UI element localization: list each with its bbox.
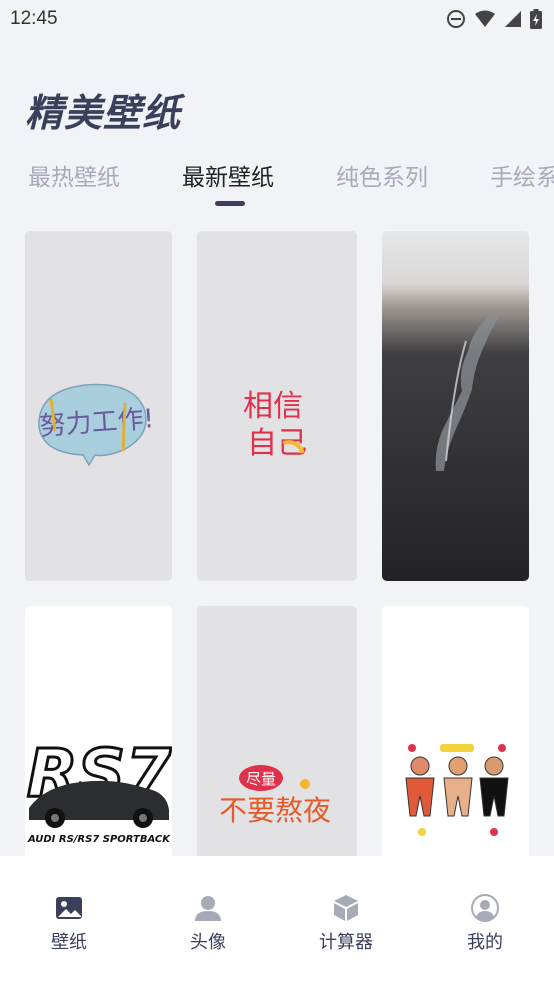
wallpaper-thumbnail: 尽量 不要熬夜	[197, 606, 357, 856]
wallpaper-card[interactable]: 努力工作!	[25, 231, 172, 581]
wallpaper-card[interactable]	[382, 606, 529, 856]
page-title: 精美壁纸	[25, 91, 182, 135]
wallpaper-card[interactable]	[382, 231, 529, 581]
tab-new-wallpapers[interactable]: 最新壁纸	[182, 158, 274, 192]
bottom-nav: 壁纸 头像 计算器 我的	[0, 856, 554, 985]
tab-hand-drawn[interactable]: 手绘系列	[490, 158, 554, 192]
category-tabs: 最热壁纸 最新壁纸 纯色系列 手绘系列	[0, 158, 554, 208]
nav-label: 计算器	[319, 932, 373, 953]
image-icon	[56, 897, 82, 919]
nav-label: 我的	[467, 932, 503, 953]
wallpaper-card[interactable]: 尽量 不要熬夜	[197, 606, 357, 856]
wallpaper-caption: AUDI RS/RS7 SPORTBACK	[27, 834, 171, 845]
nav-label: 壁纸	[51, 932, 87, 953]
wallpaper-thumbnail: 相信 自己	[197, 231, 357, 581]
profile-icon	[471, 894, 499, 922]
nav-item-wallpaper[interactable]: 壁纸	[19, 893, 119, 954]
nav-label: 头像	[190, 932, 226, 953]
wallpaper-card[interactable]: 相信 自己	[197, 231, 357, 581]
wallpaper-card[interactable]: RS7 AUDI RS/RS7 SPORTBACK	[25, 606, 172, 856]
nav-item-profile[interactable]: 我的	[435, 893, 535, 954]
wallpaper-thumbnail: RS7 AUDI RS/RS7 SPORTBACK	[25, 606, 172, 856]
nav-item-avatar[interactable]: 头像	[158, 893, 258, 954]
tab-hot-wallpapers[interactable]: 最热壁纸	[28, 158, 120, 192]
wallpaper-text: 不要熬夜	[219, 794, 331, 827]
wallpaper-text-line1: 相信	[243, 389, 303, 424]
tab-solid-color[interactable]: 纯色系列	[336, 158, 428, 192]
cube-icon	[334, 895, 358, 921]
wallpaper-badge-text: 尽量	[246, 770, 276, 788]
wallpaper-thumbnail: 努力工作!	[25, 231, 172, 581]
wallpaper-thumbnail	[382, 231, 529, 581]
person-icon	[195, 896, 221, 921]
active-tab-indicator	[215, 201, 245, 206]
nav-item-calculator[interactable]: 计算器	[296, 893, 396, 954]
wallpaper-thumbnail	[382, 606, 529, 856]
